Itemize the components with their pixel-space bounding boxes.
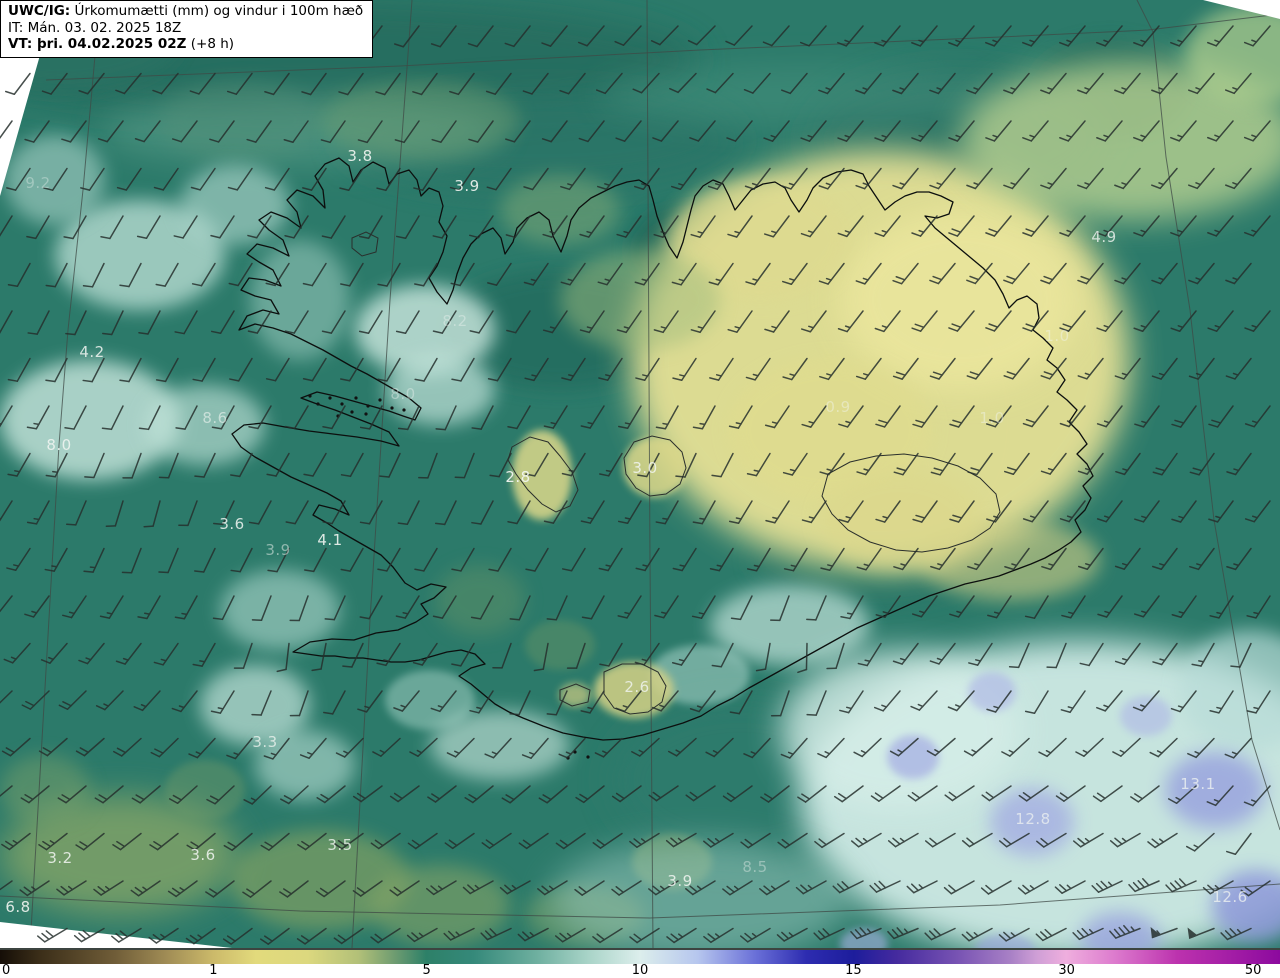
colorbar-tick-10: 10 [631, 963, 649, 978]
map-title-line: UWC/IG: Úrkomumætti (mm) og vindur i 100… [8, 3, 363, 20]
colorbar: 0 1 5 10 15 30 50 [0, 948, 1280, 978]
colorbar-tick-1: 1 [209, 963, 218, 978]
colorbar-tick-5: 5 [422, 963, 431, 978]
map-title-box: UWC/IG: Úrkomumætti (mm) og vindur i 100… [0, 0, 374, 58]
colorbar-tick-30: 30 [1058, 963, 1075, 978]
weather-map-app: 3.8 3.9 9.2 4.9 8.2 1.0 4.2 8.0 0.9 1.0 8.6 8.0 3.0 2… [0, 0, 1280, 978]
valid-time-line: VT: þri. 04.02.2025 02Z (+8 h) [8, 36, 363, 53]
map-canvas [0, 0, 1280, 948]
colorbar-tick-labels: 0 1 5 10 15 30 50 [0, 963, 1280, 978]
product-id: UWC/IG: [8, 3, 71, 19]
colorbar-gradient [0, 950, 1280, 964]
colorbar-tick-0: 0 [2, 963, 11, 978]
map-title-text: Úrkomumætti (mm) og vindur i 100m hæð [70, 3, 364, 19]
colorbar-tick-50: 50 [1244, 963, 1262, 978]
precip-wind-map: 3.8 3.9 9.2 4.9 8.2 1.0 4.2 8.0 0.9 1.0 8.6 8.0 3.0 2… [0, 0, 1280, 948]
init-time-line: IT: Mán. 03. 02. 2025 18Z [8, 19, 182, 36]
forecast-offset: (+8 h) [186, 36, 235, 52]
valid-time-bold: VT: þri. 04.02.2025 02Z [8, 36, 187, 52]
colorbar-tick-15: 15 [845, 963, 862, 978]
